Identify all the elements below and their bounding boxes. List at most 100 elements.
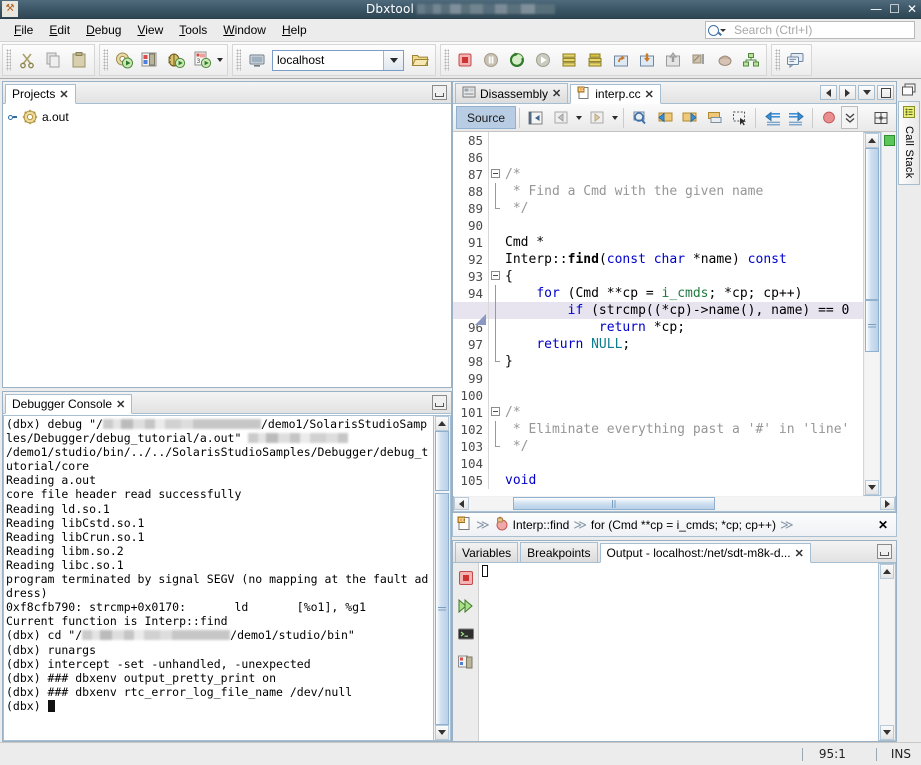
step-over-expression-icon[interactable] (634, 47, 660, 73)
stop-icon[interactable] (452, 47, 478, 73)
breadcrumb-function[interactable]: Interp::find (513, 518, 570, 532)
scroll-up-button[interactable] (435, 416, 449, 431)
menu-file[interactable]: FFileile (6, 21, 41, 39)
code-line[interactable]: 101 /* (453, 404, 863, 421)
sidebar-tab-call-stack[interactable]: Call Stack (898, 101, 920, 185)
code-line[interactable]: 89 */ (453, 200, 863, 217)
run-to-cursor-icon[interactable] (660, 47, 686, 73)
tab-scroll-left-button[interactable] (820, 85, 837, 100)
folder-open-icon[interactable] (407, 47, 433, 73)
shift-left-icon[interactable] (759, 106, 784, 129)
menu-edit[interactable]: Edit (41, 21, 78, 39)
step-into-icon[interactable] (582, 47, 608, 73)
code-fold-column[interactable] (489, 319, 503, 336)
shift-right-icon[interactable] (784, 106, 809, 129)
scroll-track[interactable] (865, 148, 879, 480)
scroll-down-button[interactable] (865, 480, 879, 495)
code-line[interactable]: 90 (453, 217, 863, 234)
code-editor[interactable]: 85 86 87/* 88 * Find a Cmd with the given n… (453, 132, 863, 496)
code-fold-column[interactable] (489, 200, 503, 217)
code-line[interactable]: 100 (453, 387, 863, 404)
tab-scroll-right-button[interactable] (839, 85, 856, 100)
scroll-up-button[interactable] (880, 564, 894, 579)
menu-view[interactable]: View (129, 21, 171, 39)
code-fold-column[interactable] (489, 404, 503, 421)
code-fold-column[interactable] (489, 472, 503, 489)
apply-code-changes-icon[interactable] (738, 47, 764, 73)
code-line[interactable]: 102 * Eliminate everything past a '#' in… (453, 421, 863, 438)
output-text[interactable] (479, 563, 878, 741)
close-icon[interactable]: ✕ (116, 398, 125, 411)
run-project-icon[interactable] (111, 47, 137, 73)
code-fold-column[interactable] (489, 302, 503, 319)
tab-interp-cc[interactable]: CC interp.cc ✕ (570, 84, 661, 104)
search-icon[interactable] (708, 24, 730, 36)
code-fold-column[interactable] (489, 183, 503, 200)
code-line[interactable]: 97 return NULL; (453, 336, 863, 353)
copy-icon[interactable] (40, 47, 66, 73)
output-vertical-scrollbar[interactable] (878, 563, 896, 741)
scroll-thumb-active[interactable] (865, 300, 879, 352)
next-bookmark-icon[interactable] (677, 106, 702, 129)
scroll-thumb[interactable] (865, 148, 879, 300)
tab-debugger-console[interactable]: Debugger Console ✕ (5, 394, 133, 414)
float-window-icon[interactable] (899, 81, 919, 99)
debug-project-icon[interactable] (163, 47, 189, 73)
code-line[interactable]: 99 (453, 370, 863, 387)
toolbar-grip[interactable] (444, 49, 449, 71)
code-fold-column[interactable] (489, 268, 503, 285)
scroll-track[interactable] (469, 497, 880, 510)
code-line[interactable]: 104 (453, 455, 863, 472)
chevron-down-icon[interactable] (383, 50, 403, 70)
host-combobox[interactable]: localhost (272, 49, 404, 71)
code-fold-column[interactable] (489, 455, 503, 472)
tree-node-a-out[interactable]: a.out (7, 108, 451, 126)
code-line[interactable]: 98} (453, 353, 863, 370)
code-line[interactable]: 103 */ (453, 438, 863, 455)
restart-icon[interactable] (504, 47, 530, 73)
attach-icon[interactable] (137, 47, 163, 73)
chevron-down-icon[interactable] (215, 47, 225, 73)
stop-output-icon[interactable] (457, 569, 475, 590)
chevron-down-icon[interactable] (609, 106, 620, 129)
expand-all-icon[interactable] (841, 106, 859, 129)
step-instruction-icon[interactable] (686, 47, 712, 73)
continue-icon[interactable] (530, 47, 556, 73)
code-line[interactable]: 85 (453, 132, 863, 149)
core-file-icon[interactable]: 3 (189, 47, 215, 73)
editor-vertical-scrollbar[interactable] (863, 132, 881, 496)
code-line[interactable]: 96 return *cp; (453, 319, 863, 336)
chevron-down-icon[interactable] (573, 106, 584, 129)
code-fold-column[interactable] (489, 370, 503, 387)
code-fold-column[interactable] (489, 438, 503, 455)
code-fold-column[interactable] (489, 234, 503, 251)
tab-variables[interactable]: Variables (455, 542, 519, 562)
toolbar-grip[interactable] (103, 49, 108, 71)
console-output[interactable]: (dbx) debug "//demo1/SolarisStudioSample… (3, 415, 433, 741)
step-over-icon[interactable] (556, 47, 582, 73)
cut-icon[interactable] (14, 47, 40, 73)
error-annotation-strip[interactable] (881, 132, 896, 496)
console-vertical-scrollbar[interactable] (433, 415, 451, 741)
toggle-breakpoint-icon[interactable] (816, 106, 841, 129)
forward-icon[interactable] (584, 106, 609, 129)
code-fold-column[interactable] (489, 166, 503, 183)
menu-tools[interactable]: Tools (171, 21, 215, 39)
close-icon[interactable]: ✕ (552, 87, 561, 100)
menu-help[interactable]: Help (274, 21, 315, 39)
last-edit-icon[interactable] (523, 106, 548, 129)
search-box[interactable]: Search (Ctrl+I) (705, 21, 915, 39)
previous-bookmark-icon[interactable] (652, 106, 677, 129)
code-fold-column[interactable] (489, 336, 503, 353)
close-button[interactable]: ✕ (907, 3, 917, 15)
code-fold-column[interactable] (489, 285, 503, 302)
editor-horizontal-scrollbar[interactable] (453, 496, 896, 512)
split-view-icon[interactable] (868, 106, 893, 129)
toggle-bookmark-icon[interactable] (702, 106, 727, 129)
expand-handle-icon[interactable] (7, 112, 18, 123)
step-out-icon[interactable] (608, 47, 634, 73)
breadcrumb-statement[interactable]: for (Cmd **cp = i_cmds; *cp; cp++) (591, 518, 776, 532)
code-line[interactable]: 88 * Find a Cmd with the given name (453, 183, 863, 200)
source-toggle-button[interactable]: Source (456, 106, 517, 129)
fold-collapse-icon[interactable] (491, 407, 500, 416)
